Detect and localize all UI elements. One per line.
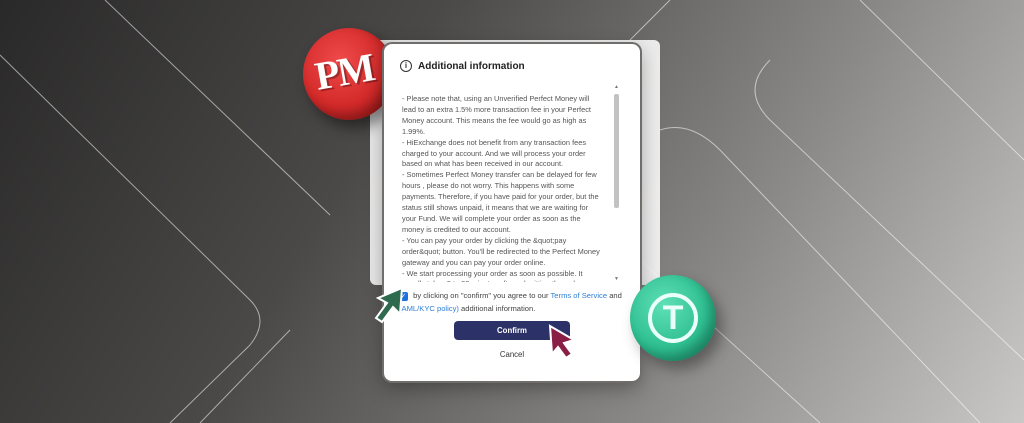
info-paragraph: - You can pay your order by clicking the… [402, 235, 600, 267]
dialog-header: i Additional information [400, 60, 525, 72]
info-paragraph: - Please note that, using an Unverified … [402, 94, 591, 136]
tether-coin: T [630, 275, 716, 361]
information-scroll-area[interactable]: - Please note that, using an Unverified … [402, 84, 624, 282]
scrollbar-thumb[interactable] [614, 94, 619, 208]
information-text: - Please note that, using an Unverified … [402, 84, 602, 282]
scroll-down-arrow-icon[interactable]: ▼ [613, 276, 620, 282]
perfect-money-coin: PM [303, 28, 395, 120]
tether-icon: T [648, 293, 698, 343]
cursor-arrow-red-icon [548, 324, 577, 360]
info-paragraph: - We start processing your order as soon… [402, 268, 583, 283]
agree-prefix-text: by clicking on "confirm" you agree to ou… [413, 291, 549, 300]
terms-of-service-link[interactable]: Terms of Service [551, 291, 608, 300]
dialog-title: Additional information [418, 60, 525, 72]
scroll-up-arrow-icon[interactable]: ▲ [613, 84, 620, 90]
info-paragraph: - Sometimes Perfect Money transfer can b… [402, 170, 599, 234]
agree-suffix-text: additional information. [461, 304, 536, 313]
info-paragraph: - HiExchange does not benefit from any t… [402, 137, 587, 169]
cancel-button[interactable]: Cancel [482, 350, 542, 364]
agreement-row: ✓ by clicking on "confirm" you agree to … [399, 289, 629, 315]
cursor-arrow-green-icon [374, 286, 404, 324]
info-icon: i [400, 60, 412, 72]
pm-logo-text: PM [311, 44, 377, 99]
scrollbar[interactable]: ▲ ▼ [613, 84, 620, 282]
agree-and-text: and [609, 291, 622, 300]
additional-information-dialog: i Additional information - Please note t… [384, 44, 640, 381]
